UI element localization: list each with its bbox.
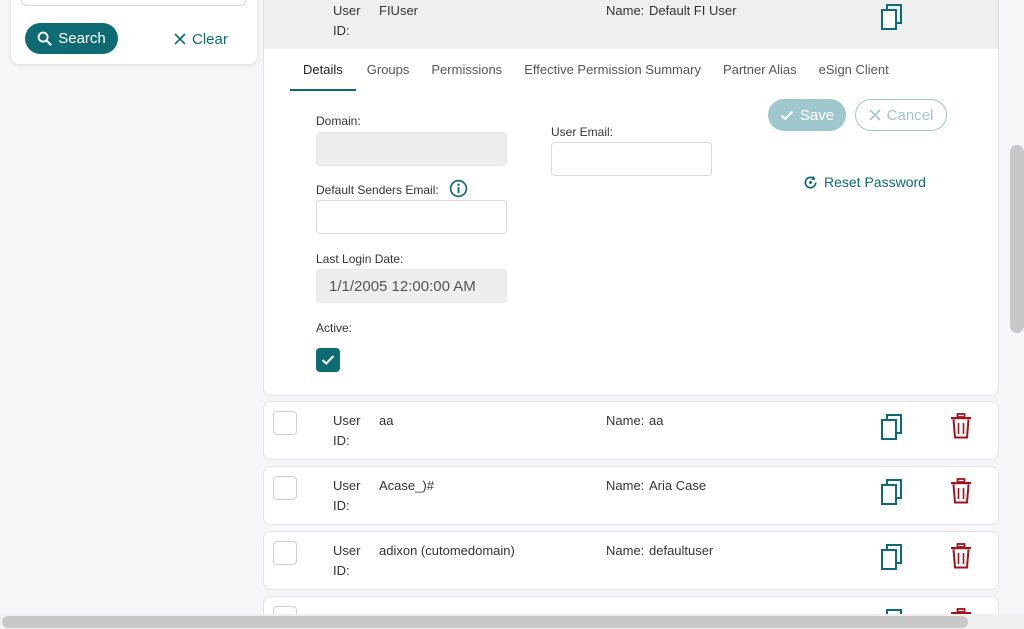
default-senders-email-label: Default Senders Email: [316, 183, 439, 197]
close-icon [174, 33, 186, 45]
name-value: aa [649, 413, 664, 428]
user-id-value: Acase_)# [379, 478, 434, 493]
trash-icon[interactable] [950, 413, 972, 439]
clear-button-label: Clear [192, 30, 228, 48]
copy-icon[interactable] [880, 543, 904, 571]
row-checkbox[interactable] [273, 541, 297, 565]
name-label: Name: [606, 543, 645, 558]
copy-icon[interactable] [880, 3, 904, 31]
tab-partner-alias[interactable]: Partner Alias [712, 49, 808, 91]
horizontal-scrollbar[interactable] [2, 616, 968, 628]
tab-effective-permission-summary[interactable]: Effective Permission Summary [513, 49, 712, 91]
cancel-button-label: Cancel [886, 106, 934, 124]
vertical-scrollbar[interactable] [1010, 145, 1024, 333]
last-login-date-label: Last Login Date: [316, 252, 404, 266]
user-tabs: Details Groups Permissions Effective Per… [290, 49, 900, 91]
user-row[interactable]: User ID: adixon (cutomedomain) Name: def… [263, 531, 999, 590]
user-row[interactable]: User ID: aa Name: aa [263, 401, 999, 460]
user-id-label: User ID: [333, 543, 361, 578]
row-checkbox[interactable] [273, 411, 297, 435]
active-checkbox[interactable] [316, 348, 340, 372]
name-label: Name: [606, 478, 645, 493]
user-id-label: User ID: [333, 478, 361, 513]
save-button[interactable]: Save [768, 99, 846, 131]
save-button-label: Save [799, 106, 835, 124]
trash-icon[interactable] [950, 543, 972, 569]
cancel-button[interactable]: Cancel [855, 99, 947, 131]
copy-icon[interactable] [880, 478, 904, 506]
last-login-date-field: 1/1/2005 12:00:00 AM [316, 269, 507, 303]
search-icon [37, 31, 52, 46]
user-email-field[interactable] [551, 142, 712, 176]
search-button[interactable]: Search [25, 23, 118, 54]
tab-details[interactable]: Details [290, 49, 356, 91]
domain-label: Domain: [316, 114, 361, 128]
info-icon[interactable] [449, 179, 468, 198]
trash-icon[interactable] [950, 478, 972, 504]
name-label: Name: [606, 3, 645, 18]
reset-password-link[interactable]: Reset Password [803, 174, 926, 190]
tab-permissions[interactable]: Permissions [420, 49, 513, 91]
row-checkbox[interactable] [273, 476, 297, 500]
checkmark-icon [780, 110, 794, 120]
active-label: Active: [316, 321, 353, 335]
user-id-label: User ID: [333, 3, 361, 38]
tab-esign-client[interactable]: eSign Client [808, 49, 900, 91]
default-senders-email-field[interactable] [316, 200, 507, 234]
selected-user-card: User ID: FIUser Name: Default FI User De… [263, 0, 999, 396]
search-input[interactable] [21, 0, 246, 6]
tab-groups[interactable]: Groups [356, 49, 421, 91]
search-button-label: Search [58, 30, 106, 47]
name-value: Aria Case [649, 478, 707, 493]
user-id-label: User ID: [333, 413, 361, 448]
user-id-value: aa [379, 413, 394, 428]
domain-field [316, 132, 507, 166]
search-panel: Search Clear [11, 0, 257, 64]
reset-icon [804, 175, 817, 188]
clear-button[interactable]: Clear [174, 26, 228, 52]
user-email-label: User Email: [551, 125, 614, 139]
name-value: defaultuser [649, 543, 714, 558]
name-label: Name: [606, 413, 645, 428]
reset-password-label: Reset Password [824, 174, 926, 190]
checkmark-icon [321, 355, 335, 366]
close-icon [869, 109, 881, 121]
user-row[interactable]: User ID: Acase_)# Name: Aria Case [263, 466, 999, 525]
copy-icon[interactable] [880, 413, 904, 441]
name-value: Default FI User [649, 3, 737, 18]
user-id-value: FIUser [379, 3, 418, 18]
user-id-value: adixon (cutomedomain) [379, 543, 515, 558]
